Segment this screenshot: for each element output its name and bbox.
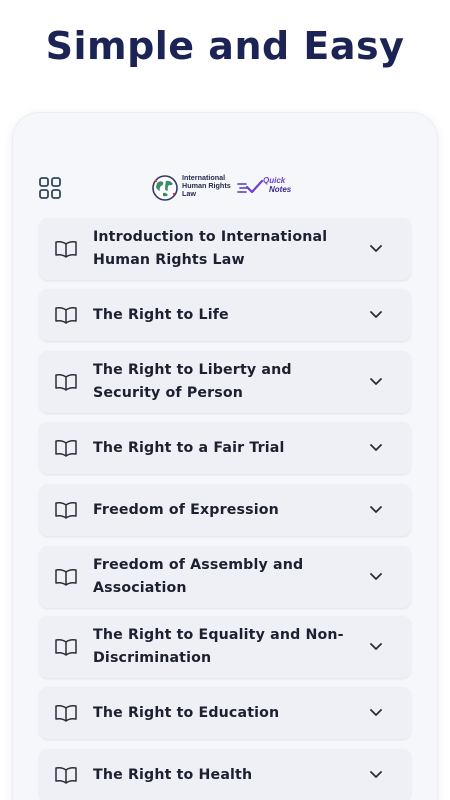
chapter-title: The Right to Education: [93, 705, 280, 721]
phone-frame: International Human Rights Law Quick Not…: [13, 113, 437, 800]
chapter-item[interactable]: Freedom of Assembly and Association: [39, 546, 411, 608]
grid-icon[interactable]: [38, 176, 62, 200]
book-open-icon: [55, 639, 77, 656]
chevron-down-icon[interactable]: [369, 505, 383, 515]
chapter-title: Introduction to International Human Righ…: [93, 229, 328, 268]
chevron-down-icon[interactable]: [369, 642, 383, 652]
chapter-item[interactable]: Introduction to International Human Righ…: [39, 218, 411, 280]
globe-icon: [152, 175, 178, 201]
app-logo: International Human Rights Law Quick Not…: [151, 170, 301, 204]
book-open-icon: [55, 502, 77, 519]
book-open-icon: [55, 440, 77, 457]
chapter-title: Freedom of Expression: [93, 502, 279, 518]
logo-quick-notes: Quick Notes: [263, 176, 291, 194]
chapter-item[interactable]: The Right to Health: [39, 749, 411, 800]
book-open-icon: [55, 241, 77, 258]
screen: Simple and Easy International Human Righ…: [0, 0, 450, 800]
chevron-down-icon[interactable]: [369, 443, 383, 453]
chapter-item[interactable]: The Right to Life: [39, 289, 411, 341]
chapter-title: The Right to Health: [93, 767, 253, 783]
chapter-title: The Right to Equality and Non-Discrimina…: [93, 627, 344, 666]
logo-notes-line: Quick: [263, 176, 286, 185]
logo-title: International Human Rights Law: [182, 174, 240, 198]
chevron-down-icon[interactable]: [369, 572, 383, 582]
chapter-title: The Right to Liberty and Security of Per…: [93, 362, 292, 401]
chapter-item[interactable]: The Right to Equality and Non-Discrimina…: [39, 616, 411, 678]
checkmark-icon: [237, 179, 263, 194]
chapter-title: The Right to a Fair Trial: [93, 440, 285, 456]
book-open-icon: [55, 374, 77, 391]
chevron-down-icon[interactable]: [369, 770, 383, 780]
chevron-down-icon[interactable]: [369, 708, 383, 718]
book-open-icon: [55, 569, 77, 586]
chevron-down-icon[interactable]: [369, 377, 383, 387]
chapter-item[interactable]: Freedom of Expression: [39, 484, 411, 536]
logo-title-line: Law: [182, 189, 196, 198]
chapter-item[interactable]: The Right to Education: [39, 687, 411, 739]
book-open-icon: [55, 767, 77, 784]
book-open-icon: [55, 307, 77, 324]
chapter-item[interactable]: The Right to Liberty and Security of Per…: [39, 351, 411, 413]
chevron-down-icon[interactable]: [369, 244, 383, 254]
chapter-title: The Right to Life: [93, 307, 229, 323]
logo-notes-line: Notes: [269, 185, 292, 194]
book-open-icon: [55, 705, 77, 722]
chevron-down-icon[interactable]: [369, 310, 383, 320]
chapter-title: Freedom of Assembly and Association: [93, 557, 304, 596]
app-header: International Human Rights Law Quick Not…: [13, 168, 437, 206]
headline: Simple and Easy: [45, 24, 405, 68]
chapter-item[interactable]: The Right to a Fair Trial: [39, 422, 411, 474]
